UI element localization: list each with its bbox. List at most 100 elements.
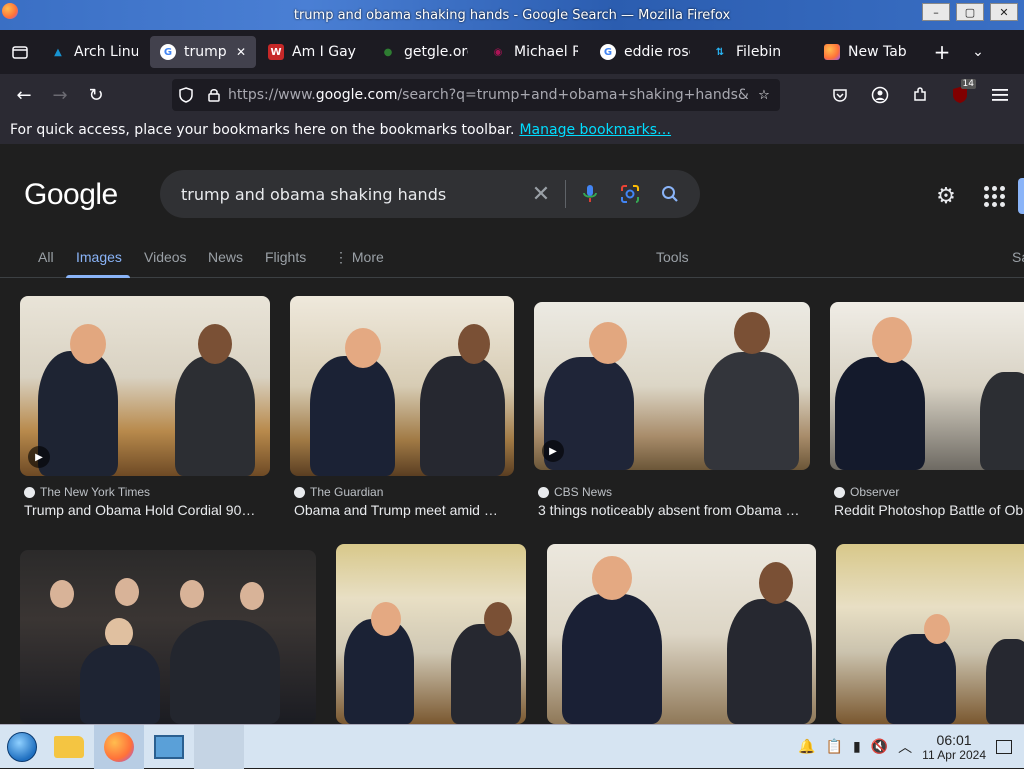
tab-label: New Tab	[848, 44, 907, 60]
system-tray: 🔔 📋 ▮ 🔇 ︿ 06:01 11 Apr 2024	[798, 725, 1024, 769]
google-logo[interactable]: Google	[24, 178, 118, 212]
url-bar[interactable]: https://www.google.com/search?q=trump+an…	[172, 79, 780, 111]
clipboard-icon[interactable]: 📋	[826, 739, 843, 755]
image-result[interactable]	[20, 550, 316, 724]
tab-close-icon[interactable]: ✕	[236, 45, 246, 59]
window-title: trump and obama shaking hands - Google S…	[293, 7, 731, 23]
tab-eddie-rose[interactable]: G eddie rose	[590, 36, 700, 68]
firefox-taskbar-button[interactable]	[94, 724, 144, 769]
new-tab-button[interactable]: +	[924, 36, 960, 68]
firefox-icon	[824, 44, 840, 60]
taskbar-window-button[interactable]	[194, 724, 244, 769]
list-all-tabs-icon[interactable]	[0, 30, 40, 74]
tab-more[interactable]: ⋮ More	[334, 249, 384, 266]
window-titlebar: trump and obama shaking hands - Google S…	[0, 0, 1024, 30]
google-images-page: Google trump and obama shaking hands ✕ ⚙…	[0, 144, 1024, 724]
result-source[interactable]: CBS News	[538, 485, 612, 499]
tab-videos[interactable]: Videos	[144, 249, 187, 265]
tab-new-tab[interactable]: New Tab	[814, 36, 922, 68]
tab-filebin[interactable]: ⇅ Filebin	[702, 36, 812, 68]
tab-all[interactable]: All	[38, 249, 54, 265]
start-icon	[7, 731, 37, 762]
back-button[interactable]: ←	[6, 79, 42, 111]
source-favicon-icon	[834, 486, 845, 498]
close-window-button[interactable]: ✕	[990, 3, 1018, 21]
tab-label: eddie rose	[624, 44, 690, 60]
tab-google-search[interactable]: G trump a ✕	[150, 36, 256, 68]
show-desktop-icon[interactable]	[996, 740, 1012, 754]
reload-button[interactable]: ↻	[78, 79, 114, 111]
tab-news[interactable]: News	[208, 249, 243, 265]
image-result[interactable]: ▶	[20, 296, 270, 476]
play-icon: ▶	[28, 446, 50, 468]
account-icon[interactable]	[862, 79, 898, 111]
active-tab-indicator	[66, 275, 130, 278]
search-divider	[565, 180, 566, 208]
google-icon: G	[160, 44, 176, 60]
image-result[interactable]	[547, 544, 816, 724]
url-text[interactable]: https://www.google.com/search?q=trump+an…	[228, 87, 748, 103]
tab-getgle[interactable]: ● getgle.org	[370, 36, 478, 68]
tab-images[interactable]: Images	[76, 249, 122, 265]
file-manager-button[interactable]	[44, 725, 94, 769]
search-icon[interactable]	[650, 174, 690, 214]
sign-in-button[interactable]	[1018, 178, 1024, 214]
tab-list-chevron-icon[interactable]: ⌄	[960, 36, 996, 68]
bookmark-star-icon[interactable]: ☆	[748, 88, 780, 103]
lock-icon[interactable]	[200, 88, 228, 102]
tab-am-i-gay[interactable]: W Am I Gay	[258, 36, 368, 68]
pocket-icon[interactable]	[822, 79, 858, 111]
clear-search-icon[interactable]: ✕	[521, 174, 561, 214]
volume-muted-icon[interactable]: 🔇	[871, 739, 888, 755]
result-source[interactable]: Observer	[834, 485, 899, 499]
image-result[interactable]: ▶	[534, 302, 810, 470]
menu-hamburger-icon[interactable]	[982, 79, 1018, 111]
tools-button[interactable]: Tools	[656, 249, 689, 265]
minimize-button[interactable]: –	[922, 3, 950, 21]
manage-bookmarks-link[interactable]: Manage bookmarks…	[519, 122, 671, 138]
search-box[interactable]: trump and obama shaking hands ✕	[160, 170, 700, 218]
firefox-icon	[2, 3, 18, 19]
result-caption[interactable]: Trump and Obama Hold Cordial 90…	[24, 502, 270, 518]
clock-time: 06:01	[936, 732, 972, 748]
google-lens-icon[interactable]	[610, 174, 650, 214]
ublock-extension-icon[interactable]: 14	[942, 79, 978, 111]
maximize-button[interactable]: ▢	[956, 3, 984, 21]
source-favicon-icon	[294, 486, 305, 498]
source-favicon-icon	[24, 486, 35, 498]
result-source[interactable]: The Guardian	[294, 485, 383, 499]
result-source[interactable]: The New York Times	[24, 485, 150, 499]
tab-label: Arch Linux	[74, 44, 138, 60]
control-panel-icon	[154, 734, 184, 759]
forward-button[interactable]: →	[42, 79, 78, 111]
tab-flights[interactable]: Flights	[265, 249, 306, 265]
image-result[interactable]	[336, 544, 526, 724]
microphone-icon[interactable]	[570, 174, 610, 214]
image-result[interactable]	[836, 544, 1024, 724]
expand-tray-chevron-icon[interactable]: ︿	[898, 737, 912, 757]
control-panel-button[interactable]	[144, 725, 194, 769]
result-caption[interactable]: Reddit Photoshop Battle of Ob	[834, 502, 1024, 518]
image-result[interactable]	[290, 296, 514, 476]
search-input[interactable]: trump and obama shaking hands	[160, 185, 521, 204]
result-caption[interactable]: Obama and Trump meet amid …	[294, 502, 514, 518]
google-apps-icon[interactable]	[980, 182, 1008, 210]
ublock-badge: 14	[960, 79, 976, 89]
tab-michael[interactable]: ◉ Michael R	[480, 36, 588, 68]
safesearch-button[interactable]: Sa	[1012, 249, 1024, 265]
battery-icon[interactable]: ▮	[853, 739, 861, 755]
result-caption[interactable]: 3 things noticeably absent from Obama …	[538, 502, 810, 518]
clock[interactable]: 06:01 11 Apr 2024	[922, 732, 986, 762]
shield-icon[interactable]	[172, 87, 200, 103]
image-result[interactable]	[830, 302, 1024, 470]
extensions-icon[interactable]	[902, 79, 938, 111]
notifications-icon[interactable]: 🔔	[798, 739, 815, 755]
arch-icon: ▲	[54, 46, 62, 58]
settings-gear-icon[interactable]: ⚙	[932, 182, 960, 210]
site-icon: ◉	[493, 46, 503, 58]
start-menu-button[interactable]	[0, 725, 44, 769]
tab-arch-linux[interactable]: ▲ Arch Linux	[40, 36, 148, 68]
folder-icon	[54, 735, 84, 758]
firefox-icon	[104, 731, 134, 762]
titlebar-icons	[2, 3, 18, 19]
